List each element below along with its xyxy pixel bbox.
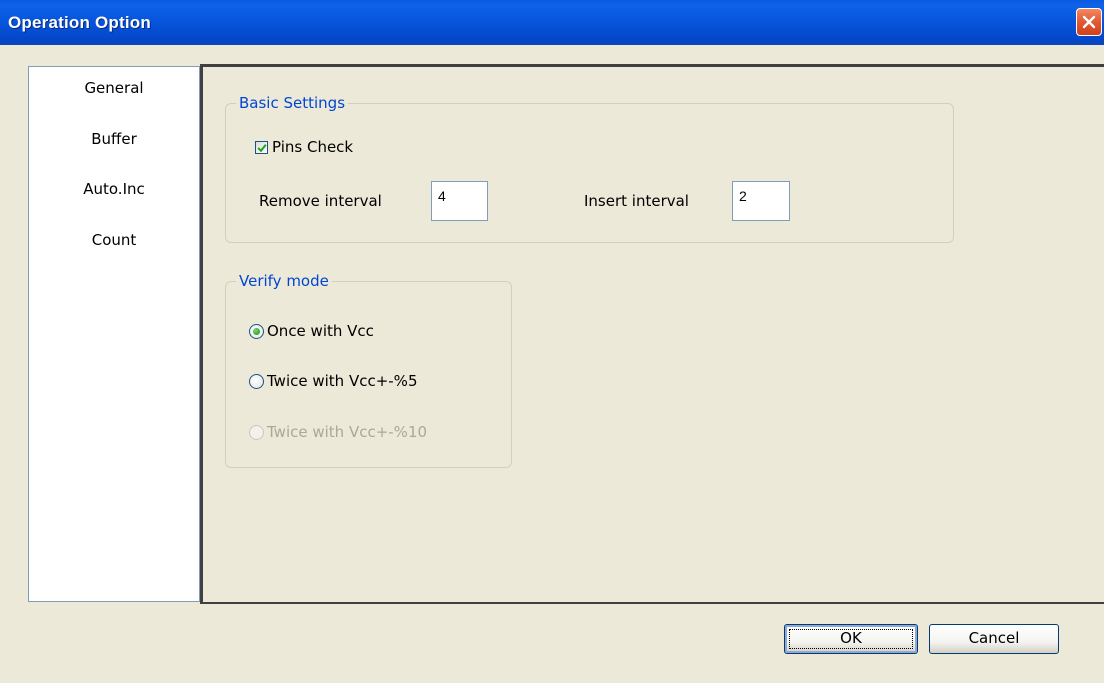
close-icon	[1082, 15, 1096, 29]
cancel-button[interactable]: Cancel	[929, 624, 1059, 654]
ok-button[interactable]: OK	[784, 624, 918, 654]
once-with-vcc-label[interactable]: Once with Vcc	[267, 322, 374, 340]
title-bar[interactable]: Operation Option	[0, 0, 1104, 45]
tab-buffer[interactable]: Buffer	[29, 126, 199, 152]
operation-option-dialog: Operation Option General Buffer Auto.Inc…	[0, 0, 1104, 683]
once-with-vcc-radio[interactable]	[249, 324, 264, 339]
close-button[interactable]	[1076, 8, 1102, 36]
verify-mode-legend: Verify mode	[236, 272, 332, 290]
verify-mode-group: Verify mode Once with Vcc Twice with Vcc…	[225, 272, 512, 468]
insert-interval-label: Insert interval	[584, 192, 689, 210]
window-title: Operation Option	[8, 13, 151, 32]
twice-vcc-10-label: Twice with Vcc+-%10	[267, 423, 428, 441]
checkmark-icon	[257, 144, 267, 153]
insert-interval-input[interactable]: 2	[732, 181, 790, 221]
general-settings-panel: Basic Settings Pins Check Remove interva…	[200, 64, 1104, 604]
twice-vcc-5-radio[interactable]	[249, 374, 264, 389]
options-tab-list: General Buffer Auto.Inc Count	[28, 66, 200, 602]
tab-general[interactable]: General	[29, 75, 199, 101]
basic-settings-legend: Basic Settings	[236, 94, 349, 112]
remove-interval-label: Remove interval	[259, 192, 382, 210]
twice-vcc-10-radio	[249, 425, 264, 440]
tab-auto-inc[interactable]: Auto.Inc	[29, 176, 199, 202]
tab-count[interactable]: Count	[29, 227, 199, 253]
twice-vcc-5-label[interactable]: Twice with Vcc+-%5	[267, 372, 417, 390]
basic-settings-group: Basic Settings Pins Check Remove interva…	[225, 94, 954, 243]
pins-check-checkbox[interactable]	[255, 141, 268, 154]
remove-interval-input[interactable]: 4	[431, 181, 488, 221]
cancel-button-label: Cancel	[968, 629, 1020, 647]
ok-button-label: OK	[840, 629, 862, 647]
pins-check-label[interactable]: Pins Check	[272, 138, 353, 156]
